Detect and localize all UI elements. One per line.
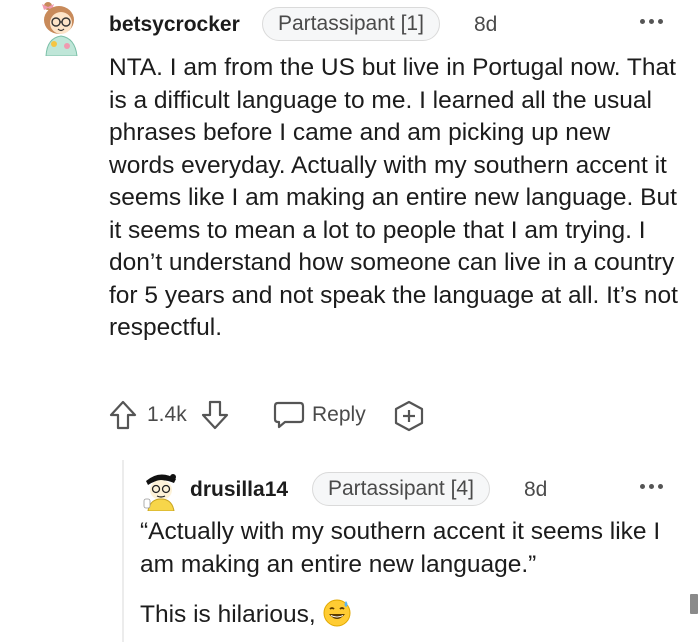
- speech-bubble-icon[interactable]: [272, 400, 306, 435]
- award-plus-icon[interactable]: [392, 400, 426, 437]
- comment-age: 8d: [524, 478, 548, 501]
- reply-text: This is hilarious,: [140, 601, 316, 628]
- comment-age: 8d: [474, 13, 498, 36]
- scrollbar-thumb[interactable]: [690, 594, 698, 614]
- thread-line[interactable]: [122, 460, 124, 642]
- downvote-arrow-icon[interactable]: [200, 399, 230, 436]
- avatar[interactable]: [34, 0, 94, 57]
- user-flair: Partassipant [4]: [312, 472, 490, 506]
- vote-score: 1.4k: [147, 403, 187, 426]
- reply-text-line: This is hilarious,: [140, 598, 680, 638]
- comment-body: NTA. I am from the US but live in Portug…: [109, 54, 678, 341]
- grinning-sweat-emoji: [322, 598, 352, 638]
- upvote-arrow-icon[interactable]: [108, 399, 138, 436]
- more-dots-icon[interactable]: [640, 16, 670, 26]
- more-dots-icon[interactable]: [640, 481, 670, 491]
- reply-quote: “Actually with my southern accent it see…: [140, 518, 661, 578]
- avatar[interactable]: [140, 469, 182, 512]
- username[interactable]: betsycrocker: [109, 13, 240, 37]
- reply-button[interactable]: Reply: [312, 403, 366, 427]
- user-flair: Partassipant [1]: [262, 7, 440, 41]
- username[interactable]: drusilla14: [190, 478, 288, 502]
